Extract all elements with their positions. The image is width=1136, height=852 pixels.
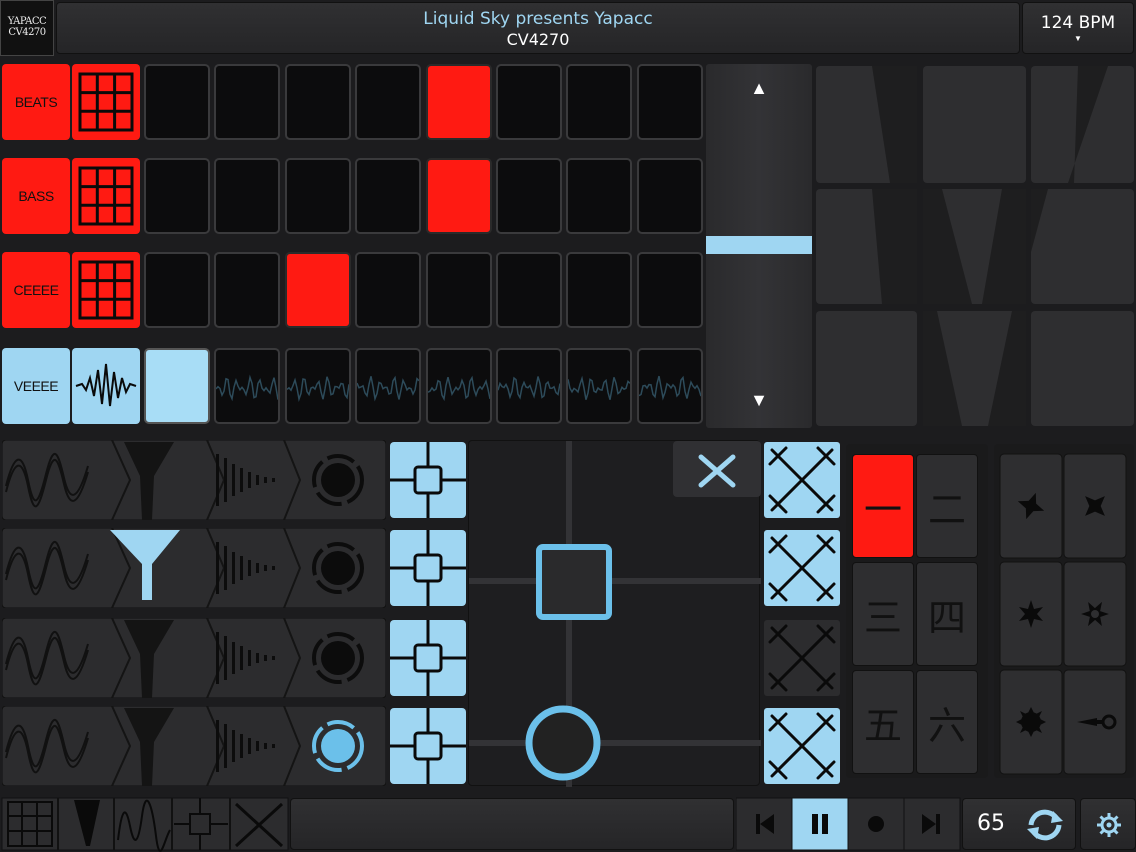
kanji-pad[interactable]: 一	[852, 454, 914, 558]
bpm-selector[interactable]: 124 BPM ▼	[1022, 2, 1134, 54]
fx-row[interactable]	[2, 618, 386, 698]
song-subtitle: CV4270	[506, 30, 570, 49]
step-cell[interactable]	[144, 252, 210, 328]
xy-circle-handle[interactable]	[525, 705, 601, 781]
kanji-pad[interactable]: 六	[916, 670, 978, 774]
step-cell[interactable]	[425, 252, 492, 328]
step-cell[interactable]	[636, 64, 703, 140]
track-label-beats[interactable]: BEATS	[2, 64, 70, 140]
view-tabs	[0, 796, 290, 852]
track-label-veeee[interactable]: VEEEE	[2, 348, 70, 424]
kanji-bank: 一二三四五六	[846, 444, 988, 778]
scroll-position-indicator	[706, 236, 812, 254]
scroll-down-icon[interactable]: ▼	[706, 390, 812, 411]
record-icon[interactable]	[868, 816, 884, 832]
fx-row[interactable]	[2, 440, 386, 520]
step-cell[interactable]	[355, 348, 422, 424]
step-cell[interactable]	[214, 252, 281, 328]
step-cell[interactable]	[284, 348, 351, 424]
step-cell[interactable]	[496, 348, 562, 424]
step-cell[interactable]	[214, 348, 281, 424]
bpm-dropdown-icon: ▼	[1074, 34, 1082, 43]
track-label-bass[interactable]: BASS	[2, 158, 70, 234]
step-cell[interactable]	[566, 348, 633, 424]
step-cell[interactable]	[425, 64, 492, 140]
step-cell[interactable]	[144, 158, 210, 234]
route-node-icon[interactable]	[390, 442, 466, 518]
step-cell[interactable]	[425, 158, 492, 234]
xy-square-handle[interactable]	[536, 544, 612, 620]
sword-toggles	[762, 440, 842, 786]
scroll-up-icon[interactable]: ▲	[706, 78, 812, 99]
pattern-grid-icon[interactable]	[72, 64, 140, 140]
step-cell[interactable]	[636, 348, 703, 424]
song-title: Liquid Sky presents Yapacc	[423, 9, 653, 29]
title-bar: Liquid Sky presents Yapacc CV4270	[56, 2, 1020, 54]
fx-rows	[0, 438, 470, 788]
step-cell[interactable]	[284, 252, 351, 328]
waveform-icon[interactable]	[72, 348, 140, 424]
step-cell[interactable]	[636, 252, 703, 328]
settings-button[interactable]	[1080, 798, 1136, 850]
step-cell[interactable]	[284, 158, 351, 234]
logo: YAPACC CV4270	[0, 0, 54, 56]
track-label-ceeee[interactable]: CEEEE	[2, 252, 70, 328]
step-cell[interactable]	[496, 64, 562, 140]
transport	[736, 796, 962, 852]
bpm-label: 124 BPM	[1040, 13, 1116, 33]
logo-text-line2: CV4270	[8, 27, 46, 38]
route-node-icon[interactable]	[390, 530, 466, 606]
step-cell[interactable]	[214, 64, 281, 140]
shuriken-sawblade-icon[interactable]	[1016, 707, 1046, 737]
route-node-icon[interactable]	[390, 620, 466, 696]
step-cell[interactable]	[284, 64, 351, 140]
message-bar	[290, 798, 734, 850]
step-cell[interactable]	[566, 64, 633, 140]
pattern-grid-icon[interactable]	[72, 252, 140, 328]
kanji-pad[interactable]: 五	[852, 670, 914, 774]
step-cell[interactable]	[496, 252, 562, 328]
gear-icon	[1097, 813, 1121, 837]
route-node-icon[interactable]	[390, 708, 466, 784]
fx-row[interactable]	[2, 528, 386, 608]
counter-value: 65	[977, 811, 1005, 836]
step-cell[interactable]	[214, 158, 281, 234]
track-scroll[interactable]: ▲ ▼	[706, 64, 812, 428]
step-cell[interactable]	[496, 158, 562, 234]
step-cell[interactable]	[566, 158, 633, 234]
step-cell[interactable]	[355, 64, 422, 140]
sword-toggle-icon[interactable]	[764, 620, 840, 696]
kanji-pad[interactable]: 三	[852, 562, 914, 666]
pattern-grid-icon[interactable]	[72, 158, 140, 234]
step-cell[interactable]	[355, 252, 422, 328]
step-cell[interactable]	[144, 64, 210, 140]
scene-pads	[812, 62, 1136, 430]
step-cell[interactable]	[425, 348, 492, 424]
sword-toggle-icon[interactable]	[764, 530, 840, 606]
shuriken-bank	[994, 444, 1134, 778]
loop-refresh-icon[interactable]	[1023, 805, 1067, 845]
step-cell[interactable]	[566, 252, 633, 328]
logo-text-line1: YAPACC	[7, 16, 47, 27]
step-cell[interactable]	[144, 348, 210, 424]
kanji-pad[interactable]: 二	[916, 454, 978, 558]
loop-counter[interactable]: 65	[962, 798, 1076, 850]
sword-toggle-icon[interactable]	[764, 442, 840, 518]
xy-pad[interactable]	[468, 440, 761, 787]
kanji-pad[interactable]: 四	[916, 562, 978, 666]
fx-row[interactable]	[2, 706, 386, 786]
step-cell[interactable]	[355, 158, 422, 234]
sword-toggle-icon[interactable]	[764, 708, 840, 784]
sequencer-grid: BEATS BASS CEEEE VEEEE	[0, 62, 706, 430]
step-cell[interactable]	[636, 158, 703, 234]
